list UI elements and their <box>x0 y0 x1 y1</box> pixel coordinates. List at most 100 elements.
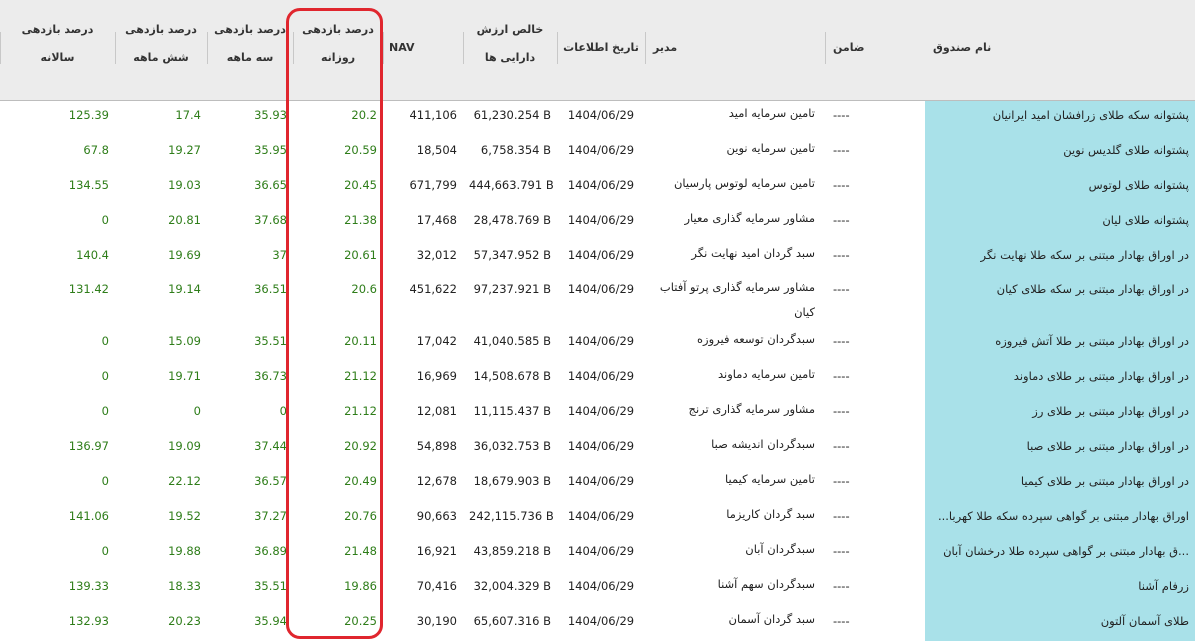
three-month-return-cell: 35.93 <box>254 108 287 122</box>
six-month-return-cell: 19.88 <box>168 543 201 558</box>
date-cell: 1404/06/29 <box>567 508 635 523</box>
fund-name-cell[interactable]: اوراق بهادار مبتنی بر گواهی سپرده سکه طل… <box>925 501 1195 537</box>
table-row[interactable]: پشتوانه طلای لوتوس ---- تامین سرمایه لوت… <box>0 170 1195 206</box>
fund-name-cell[interactable]: ...ق بهادار مبتنی بر گواهی سپرده طلا درخ… <box>925 536 1195 572</box>
six-month-return-cell: 19.52 <box>168 508 201 523</box>
annual-return-cell: 125.39 <box>68 108 109 122</box>
table-row[interactable]: پشتوانه سکه طلای زرافشان امید ایرانیان -… <box>0 100 1195 136</box>
fund-name-cell[interactable]: پشتوانه سکه طلای زرافشان امید ایرانیان <box>925 100 1195 136</box>
fund-name-cell[interactable]: پشتوانه طلای گلدیس نوین <box>925 135 1195 171</box>
three-month-return-cell: 36.73 <box>254 369 287 384</box>
header-six-month-return[interactable]: درصد بازدهی شش ماهه <box>115 0 207 101</box>
table-row[interactable]: ...ق بهادار مبتنی بر گواهی سپرده طلا درخ… <box>0 536 1195 572</box>
header-three-month-return[interactable]: درصد بازدهی سه ماهه <box>207 0 293 101</box>
nav-cell: 17,042 <box>416 334 457 349</box>
guarantor-cell: ---- <box>833 282 850 297</box>
guarantor-cell: ---- <box>833 212 850 227</box>
table-row[interactable]: زرفام آشنا ---- سبدگردان سهم آشنا 1404/0… <box>0 571 1195 607</box>
header-fund-name[interactable]: نام صندوق <box>925 0 1195 101</box>
fund-name-cell[interactable]: در اوراق بهادار مبتنی بر سکه طلای کیان <box>925 275 1195 328</box>
date-cell: 1404/06/29 <box>567 439 635 454</box>
header-date[interactable]: تاریخ اطلاعات <box>557 0 645 101</box>
annual-return-cell: 131.42 <box>68 282 109 297</box>
date-cell: 1404/06/29 <box>567 247 635 262</box>
guarantor-cell: ---- <box>833 369 850 384</box>
net-assets-cell: 242,115.736 B <box>469 508 554 523</box>
guarantor-cell: ---- <box>833 334 850 349</box>
guarantor-cell: ---- <box>833 177 850 192</box>
header-guarantor[interactable]: ضامن <box>825 0 925 101</box>
three-month-return-cell: 0 <box>279 404 287 419</box>
daily-return-cell: 20.61 <box>344 247 377 262</box>
annual-return-cell: 0 <box>101 369 109 384</box>
six-month-return-cell: 19.71 <box>168 369 201 384</box>
guarantor-cell: ---- <box>833 142 850 157</box>
net-assets-cell: 61,230.254 B <box>473 108 551 122</box>
date-cell: 1404/06/29 <box>567 334 635 349</box>
table-row[interactable]: اوراق بهادار مبتنی بر گواهی سپرده سکه طل… <box>0 501 1195 537</box>
manager-cell: سبدگردان سهم آشنا <box>717 576 815 591</box>
six-month-return-cell: 20.81 <box>168 212 201 227</box>
table-row[interactable]: طلای آسمان آلتون ---- سبد گردان آسمان 14… <box>0 606 1195 641</box>
manager-cell: سبد گردان آسمان <box>728 611 815 626</box>
header-daily-return[interactable]: درصد بازدهی روزانه <box>293 0 383 101</box>
fund-name-cell[interactable]: پشتوانه طلای لوتوس <box>925 170 1195 206</box>
annual-return-cell: 0 <box>101 212 109 227</box>
table-row[interactable]: در اوراق بهادار مبتنی بر طلای رز ---- مش… <box>0 397 1195 433</box>
annual-return-cell: 132.93 <box>68 613 109 628</box>
manager-cell: مشاور سرمایه گذاری پرتو آفتاب کیان <box>659 280 815 320</box>
annual-return-cell: 134.55 <box>68 177 109 192</box>
guarantor-cell: ---- <box>833 247 850 262</box>
header-manager[interactable]: مدیر <box>645 0 825 101</box>
fund-name-cell[interactable]: در اوراق بهادار مبتنی بر طلای کیمیا <box>925 467 1195 502</box>
net-assets-cell: 18,679.903 B <box>473 474 551 489</box>
annual-return-cell: 140.4 <box>76 247 109 262</box>
daily-return-cell: 20.49 <box>344 474 377 489</box>
header-nav[interactable]: NAV <box>383 0 463 101</box>
table-row[interactable]: پشتوانه طلای گلدیس نوین ---- تامین سرمای… <box>0 135 1195 171</box>
date-cell: 1404/06/29 <box>567 613 635 628</box>
nav-cell: 12,081 <box>416 404 457 419</box>
fund-name-cell[interactable]: در اوراق بهادار مبتنی بر طلای صبا <box>925 432 1195 468</box>
daily-return-cell: 20.25 <box>344 613 377 628</box>
manager-cell: تامین سرمایه لوتوس پارسیان <box>673 175 815 190</box>
daily-return-cell: 21.12 <box>344 369 377 384</box>
date-cell: 1404/06/29 <box>567 142 635 157</box>
table-row[interactable]: در اوراق بهادار مبتنی بر سکه طلای کیان -… <box>0 275 1195 328</box>
six-month-return-cell: 0 <box>193 404 201 419</box>
annual-return-cell: 0 <box>101 474 109 489</box>
fund-name-cell[interactable]: پشتوانه طلای لیان <box>925 205 1195 241</box>
manager-cell: تامین سرمایه نوین <box>726 140 815 155</box>
daily-return-cell: 19.86 <box>344 578 377 593</box>
annual-return-cell: 136.97 <box>68 439 109 454</box>
three-month-return-cell: 35.51 <box>254 578 287 593</box>
table-row[interactable]: در اوراق بهادار مبتنی بر طلای صبا ---- س… <box>0 432 1195 468</box>
daily-return-cell: 20.59 <box>344 142 377 157</box>
three-month-return-cell: 36.89 <box>254 543 287 558</box>
fund-name-cell[interactable]: در اوراق بهادار مبتنی بر طلای رز <box>925 397 1195 433</box>
header-annual-return[interactable]: درصد بازدهی سالانه <box>0 0 115 101</box>
fund-name-cell[interactable]: در اوراق بهادار مبتنی بر سکه طلا نهایت ن… <box>925 240 1195 276</box>
table-row[interactable]: در اوراق بهادار مبتنی بر سکه طلا نهایت ن… <box>0 240 1195 276</box>
nav-cell: 90,663 <box>416 508 457 523</box>
date-cell: 1404/06/29 <box>567 177 635 192</box>
net-assets-cell: 32,004.329 B <box>473 578 551 593</box>
three-month-return-cell: 36.57 <box>254 474 287 489</box>
three-month-return-cell: 35.95 <box>254 142 287 157</box>
header-net-assets[interactable]: خالص ارزش دارایی ها <box>463 0 557 101</box>
nav-cell: 30,190 <box>416 613 457 628</box>
fund-name-cell[interactable]: در اوراق بهادار مبتنی بر طلای دماوند <box>925 362 1195 398</box>
net-assets-cell: 36,032.753 B <box>473 439 551 454</box>
three-month-return-cell: 37 <box>272 247 287 262</box>
six-month-return-cell: 19.14 <box>168 282 201 297</box>
table-row[interactable]: در اوراق بهادار مبتنی بر طلا آتش فیروزه … <box>0 327 1195 363</box>
fund-name-cell[interactable]: در اوراق بهادار مبتنی بر طلا آتش فیروزه <box>925 327 1195 363</box>
fund-name-cell[interactable]: طلای آسمان آلتون <box>925 606 1195 641</box>
table-row[interactable]: پشتوانه طلای لیان ---- مشاور سرمایه گذار… <box>0 205 1195 241</box>
table-row[interactable]: در اوراق بهادار مبتنی بر طلای دماوند ---… <box>0 362 1195 398</box>
table-row[interactable]: در اوراق بهادار مبتنی بر طلای کیمیا ----… <box>0 467 1195 502</box>
guarantor-cell: ---- <box>833 613 850 628</box>
fund-name-cell[interactable]: زرفام آشنا <box>925 571 1195 607</box>
manager-cell: سبدگردان اندیشه صبا <box>711 437 815 452</box>
guarantor-cell: ---- <box>833 543 850 558</box>
